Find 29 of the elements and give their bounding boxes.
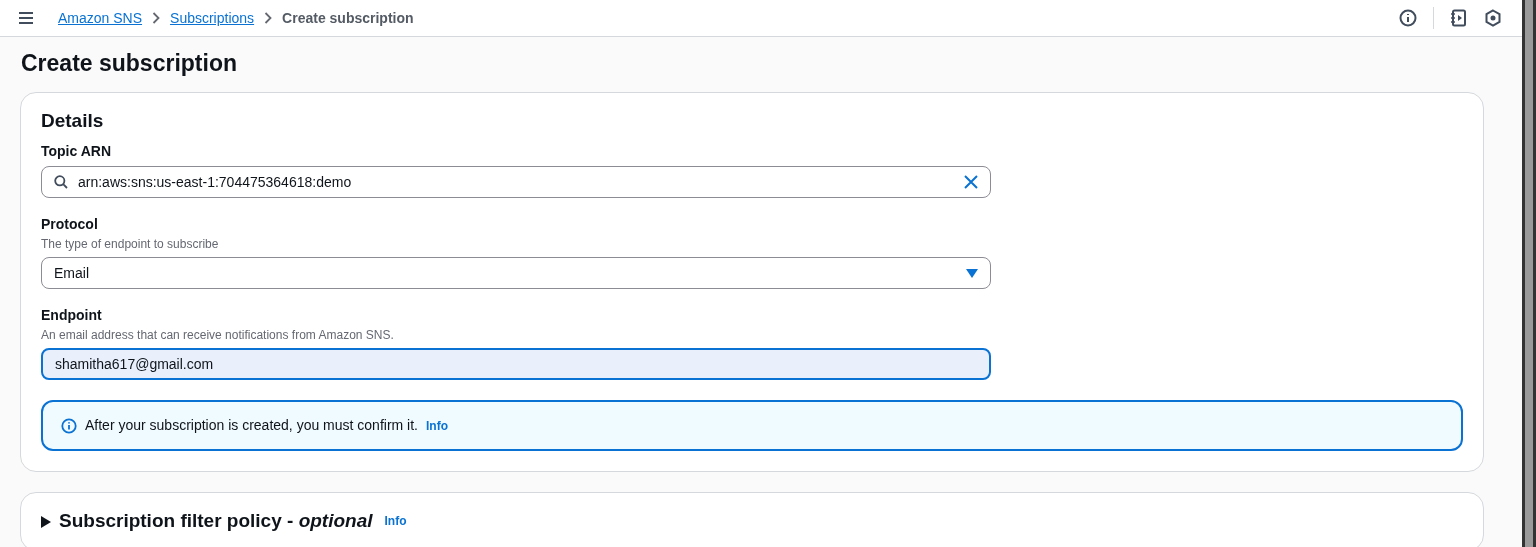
chevron-icon (152, 12, 161, 24)
search-field[interactable]: arn:aws:sns:us-east-1:704475364618:demo (41, 166, 991, 199)
menu-icon[interactable] (18, 11, 34, 25)
field-label: Protocol (41, 215, 99, 235)
input-field[interactable]: shamitha617@gmail.com (41, 348, 991, 381)
breadcrumb-current: Create subscription (282, 8, 414, 28)
info-icon (61, 417, 77, 434)
caret-icon[interactable] (41, 516, 51, 529)
section-title[interactable]: Subscription filter policy - optional (59, 507, 373, 536)
breadcrumb-link[interactable]: Subscriptions (170, 7, 255, 29)
alert-text: After your subscription is created, you must confirm it. (85, 416, 418, 436)
caret-icon (966, 268, 978, 278)
page-title: Create subscription (21, 50, 238, 78)
field-label: Endpoint (41, 306, 103, 326)
notebook-icon[interactable] (1450, 9, 1468, 27)
panel-title: Details (41, 108, 105, 133)
scrollbar[interactable] (1522, 0, 1536, 547)
protocol-select[interactable]: Email (41, 257, 991, 290)
info-icon[interactable] (1399, 9, 1417, 27)
hexagon-icon[interactable] (1484, 9, 1502, 27)
chevron-icon (264, 12, 273, 24)
field-description: An email address that can receive notifications from Amazon SNS. (41, 327, 395, 345)
field-description: The type of endpoint to subscribe (41, 236, 220, 254)
close-icon[interactable] (964, 175, 978, 190)
breadcrumb-link[interactable]: Amazon SNS (58, 7, 143, 29)
search-icon (54, 175, 68, 190)
info-link[interactable]: Info (426, 416, 448, 435)
field-label: Topic ARN (41, 142, 112, 162)
info-link[interactable]: Info (384, 512, 407, 531)
